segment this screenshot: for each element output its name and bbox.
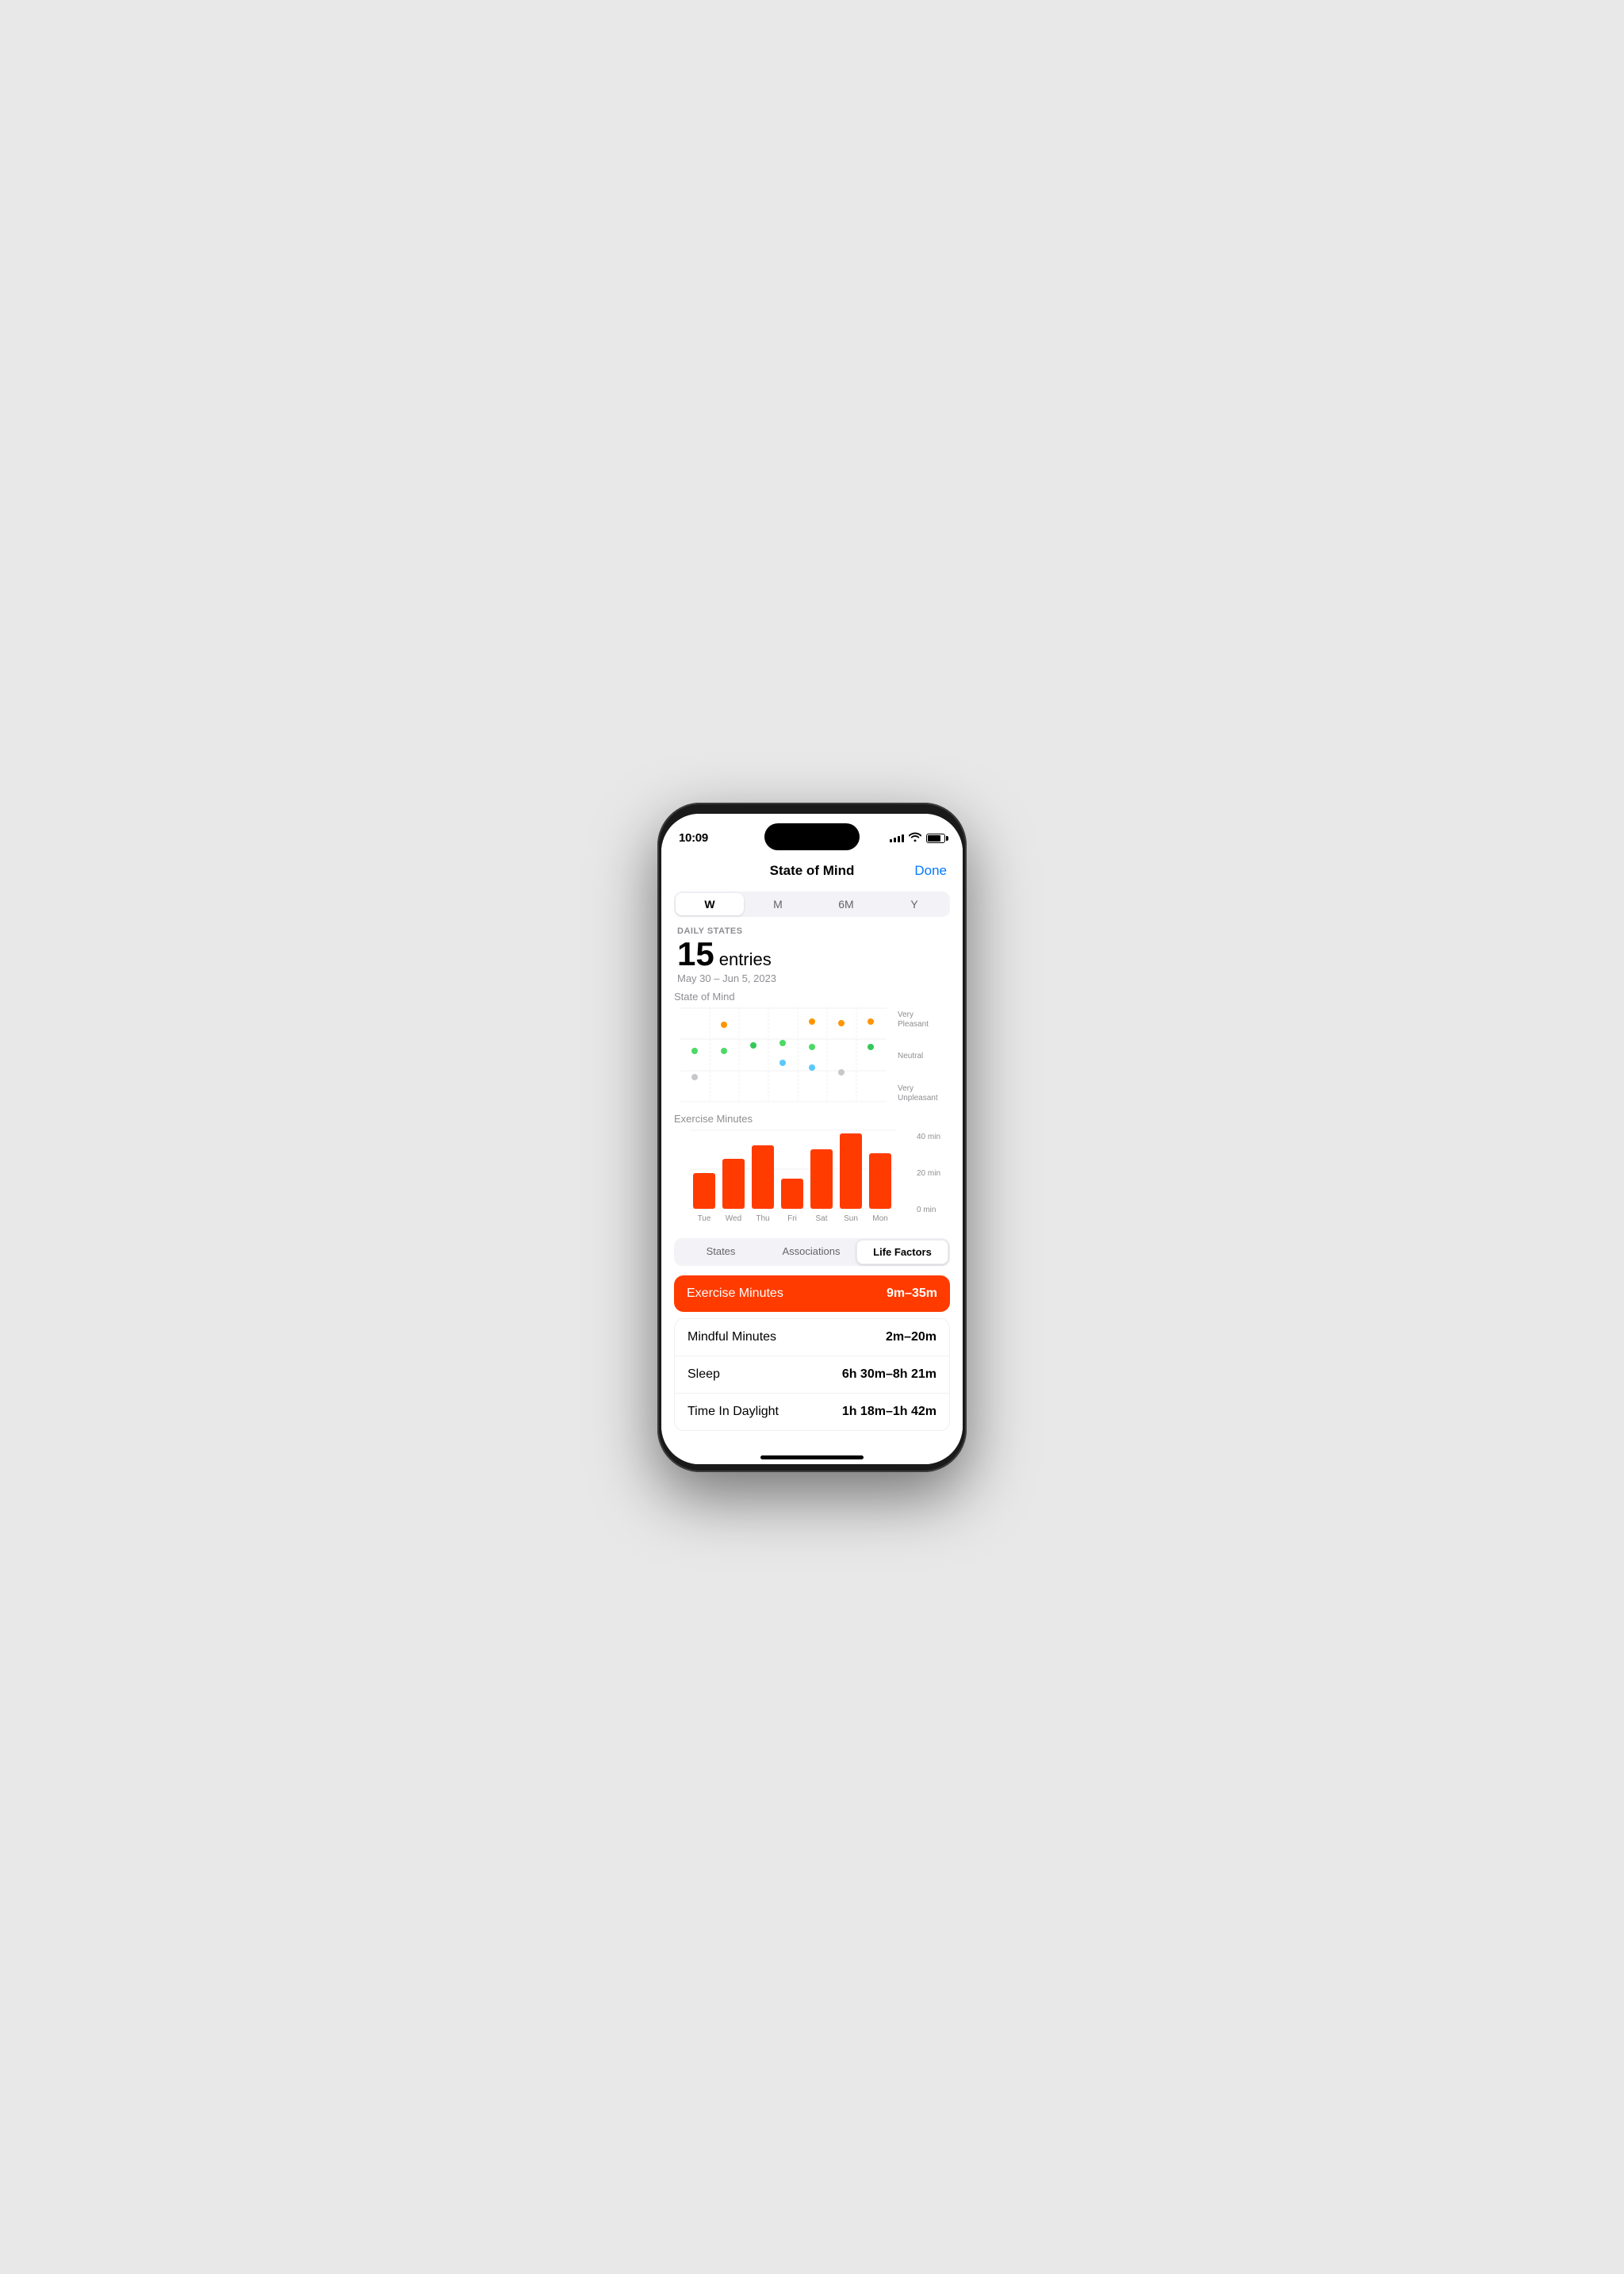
y-label-neutral: Neutral <box>898 1052 950 1061</box>
phone-device: 10:09 <box>657 803 967 1472</box>
sleep-row[interactable]: Sleep 6h 30m–8h 21m <box>675 1356 949 1394</box>
svg-text:Tue: Tue <box>698 1214 711 1223</box>
home-indicator <box>760 1455 864 1459</box>
signal-bar-1 <box>890 839 892 842</box>
svg-text:Sun: Sun <box>844 1214 858 1223</box>
exercise-minutes-row[interactable]: Exercise Minutes 9m–35m <box>674 1275 950 1312</box>
tab-year[interactable]: Y <box>880 893 948 915</box>
page-title: State of Mind <box>770 863 855 879</box>
mind-chart-title: State of Mind <box>674 991 950 1003</box>
y-label-20min: 20 min <box>917 1169 950 1178</box>
factors-card: Mindful Minutes 2m–20m Sleep 6h 30m–8h 2… <box>674 1318 950 1431</box>
entries-count: 15 <box>677 938 714 971</box>
segment-control[interactable]: States Associations Life Factors <box>674 1238 950 1266</box>
exercise-minutes-label: Exercise Minutes <box>687 1287 783 1301</box>
daylight-row[interactable]: Time In Daylight 1h 18m–1h 42m <box>675 1394 949 1430</box>
svg-text:Wed: Wed <box>726 1214 741 1223</box>
y-label-0min: 0 min <box>917 1206 950 1214</box>
phone-screen: 10:09 <box>661 814 963 1464</box>
app-header: State of Mind Done <box>661 853 963 885</box>
stats-count-row: 15 entries <box>677 938 947 971</box>
mindful-minutes-row[interactable]: Mindful Minutes 2m–20m <box>675 1319 949 1356</box>
dynamic-island <box>764 823 860 850</box>
svg-text:Fri: Fri <box>787 1214 797 1223</box>
sleep-label: Sleep <box>688 1367 720 1382</box>
sleep-value: 6h 30m–8h 21m <box>842 1367 936 1382</box>
y-label-very-unpleasant: VeryUnpleasant <box>898 1084 950 1103</box>
mind-chart-section: State of Mind <box>661 991 963 1106</box>
svg-text:Mon: Mon <box>872 1214 887 1223</box>
status-right-icons <box>890 832 945 844</box>
signal-icon <box>890 834 904 842</box>
daylight-label: Time In Daylight <box>688 1405 779 1419</box>
done-button[interactable]: Done <box>914 863 947 879</box>
stats-section: DAILY STATES 15 entries May 30 – Jun 5, … <box>661 923 963 984</box>
stats-section-label: DAILY STATES <box>677 926 947 936</box>
app-content[interactable]: State of Mind Done W M 6M Y DAILY STATES… <box>661 853 963 1464</box>
battery-fill <box>928 835 940 842</box>
entries-unit: entries <box>719 949 772 970</box>
signal-bar-4 <box>902 834 904 842</box>
mindful-minutes-value: 2m–20m <box>886 1330 936 1344</box>
tab-states[interactable]: States <box>676 1240 766 1264</box>
exercise-chart-section: Exercise Minutes <box>661 1113 963 1229</box>
y-label-very-pleasant: VeryPleasant <box>898 1010 950 1030</box>
svg-text:Thu: Thu <box>756 1214 769 1223</box>
signal-bar-2 <box>894 838 896 842</box>
daylight-value: 1h 18m–1h 42m <box>842 1405 936 1419</box>
date-range: May 30 – Jun 5, 2023 <box>677 972 947 984</box>
tab-associations[interactable]: Associations <box>766 1240 856 1264</box>
exercise-chart-svg: Tue Wed Thu Fri Sat Sun Mon <box>674 1129 912 1225</box>
tab-6month[interactable]: 6M <box>812 893 880 915</box>
status-bar: 10:09 <box>661 814 963 853</box>
battery-icon <box>926 834 945 843</box>
status-time: 10:09 <box>679 831 708 845</box>
tab-life-factors[interactable]: Life Factors <box>856 1240 948 1264</box>
mind-chart-svg <box>674 1007 893 1102</box>
y-label-40min: 40 min <box>917 1133 950 1141</box>
exercise-minutes-value: 9m–35m <box>887 1287 937 1301</box>
tab-week[interactable]: W <box>676 893 744 915</box>
tab-month[interactable]: M <box>744 893 812 915</box>
time-range-tabs[interactable]: W M 6M Y <box>674 892 950 917</box>
svg-text:Sat: Sat <box>815 1214 827 1223</box>
wifi-icon <box>909 832 921 844</box>
signal-bar-3 <box>898 836 900 842</box>
mindful-minutes-label: Mindful Minutes <box>688 1330 776 1344</box>
life-factors-section: Exercise Minutes 9m–35m Mindful Minutes … <box>661 1275 963 1463</box>
exercise-chart-title: Exercise Minutes <box>674 1113 950 1125</box>
